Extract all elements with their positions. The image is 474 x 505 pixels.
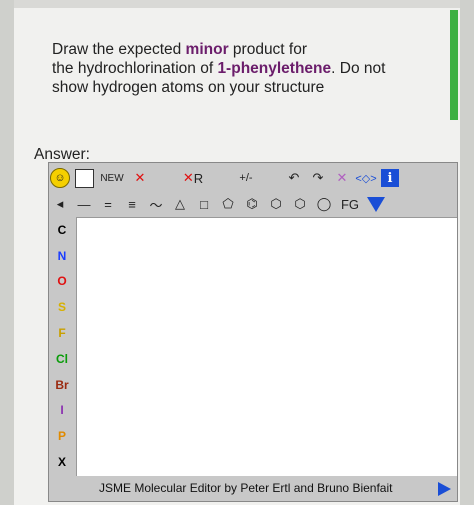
pentagon-icon: ⬠ [222,196,234,211]
move-button[interactable]: <◇> [355,167,377,189]
highlight-compound: 1-phenylethene [217,60,332,77]
editor-toolbar-bonds: ◂ — = ≡ 〜 △ □ ⬠ ⌬ ⬡ ⬡ ◯ FG [49,191,457,217]
atom-button-n[interactable]: N [49,243,75,269]
atom-button-c[interactable]: C [49,217,75,243]
template-button[interactable] [73,167,95,189]
single-bond-button[interactable]: — [73,193,95,215]
wedge-bond-icon: ◂ [56,196,64,211]
ring3-button[interactable]: △ [169,193,191,215]
fg-button[interactable]: FG [337,193,363,215]
square-icon [74,168,94,188]
status-indicator-bar [450,10,458,120]
charge-button[interactable]: +/- [235,167,257,189]
question-line-2: the hydrochlorination of 1-phenylethene.… [52,60,386,77]
rgroup-arrow-icon: ✕ [182,170,194,185]
card-top-strip [14,0,460,8]
atom-button-p[interactable]: P [49,423,75,449]
ring4-button[interactable]: □ [193,193,215,215]
new-button[interactable]: NEW [97,167,127,189]
info-button[interactable]: i [379,167,401,189]
smiley-icon: ☺ [50,168,70,188]
jsme-editor: ☺ NEW ✕ ✕ R +/- ↶ ↷ ✕ <◇> i ◂ — = ≡ 〜 △ □… [48,162,458,502]
atom-button-br[interactable]: Br [49,372,75,398]
double-bond-button[interactable]: = [97,193,119,215]
info-icon: i [381,169,399,187]
ring7-button[interactable]: ⬡ [289,193,311,215]
question-card: Draw the expected minor product for the … [14,0,460,505]
single-bond-icon: — [77,196,91,212]
double-bond-icon: = [104,196,112,212]
delete-button[interactable]: ✕ [129,167,151,189]
atom-button-x[interactable]: X [49,449,75,475]
ring6-button[interactable]: ⬡ [265,193,287,215]
status-text: JSME Molecular Editor by Peter Ertl and … [99,481,393,495]
cross-icon: ✕ [336,170,348,185]
atom-button-cl[interactable]: Cl [49,346,75,372]
chain-button[interactable]: 〜 [145,193,167,215]
question-text: Draw the expected minor product for the … [52,40,432,97]
question-line-3: show hydrogen atoms on your structure [52,79,325,96]
atom-button-o[interactable]: O [49,269,75,295]
editor-toolbar-top: ☺ NEW ✕ ✕ R +/- ↶ ↷ ✕ <◇> i [49,165,457,191]
square-ring-icon: □ [200,196,208,212]
triangle-down-icon [367,196,385,212]
stereo-bond-button[interactable]: ◂ [49,193,71,215]
smiley-button[interactable]: ☺ [49,167,71,189]
undo-icon: ↶ [288,170,300,185]
heptagon-icon: ⬡ [294,196,306,211]
drawing-canvas[interactable] [76,217,457,476]
octagon-icon: ◯ [316,196,332,211]
benzene-icon: ⌬ [246,196,258,211]
triangle-icon: △ [175,196,185,211]
atom-button-f[interactable]: F [49,320,75,346]
move-icon: <◇> [355,172,377,185]
atom-button-i[interactable]: I [49,398,75,424]
highlight-minor: minor [185,41,229,58]
ring8-button[interactable]: ◯ [313,193,335,215]
delete-group-button[interactable]: ✕ [331,167,353,189]
blue-triangle-button[interactable] [365,193,387,215]
redo-icon: ↷ [312,170,324,185]
benzene-button[interactable]: ⌬ [241,193,263,215]
undo-button[interactable]: ↶ [283,167,305,189]
play-arrow-icon[interactable] [438,482,451,496]
redo-button[interactable]: ↷ [307,167,329,189]
atom-button-s[interactable]: S [49,294,75,320]
atom-sidebar: C N O S F Cl Br I P X [49,217,75,475]
status-bar: JSME Molecular Editor by Peter Ertl and … [49,475,457,501]
ring5-button[interactable]: ⬠ [217,193,239,215]
triple-bond-icon: ≡ [128,196,136,212]
question-line-1: Draw the expected minor product for [52,41,308,58]
chain-icon: 〜 [149,197,163,213]
rgroup-button[interactable]: ✕ R [177,167,209,189]
hexagon-icon: ⬡ [270,196,282,211]
triple-bond-button[interactable]: ≡ [121,193,143,215]
